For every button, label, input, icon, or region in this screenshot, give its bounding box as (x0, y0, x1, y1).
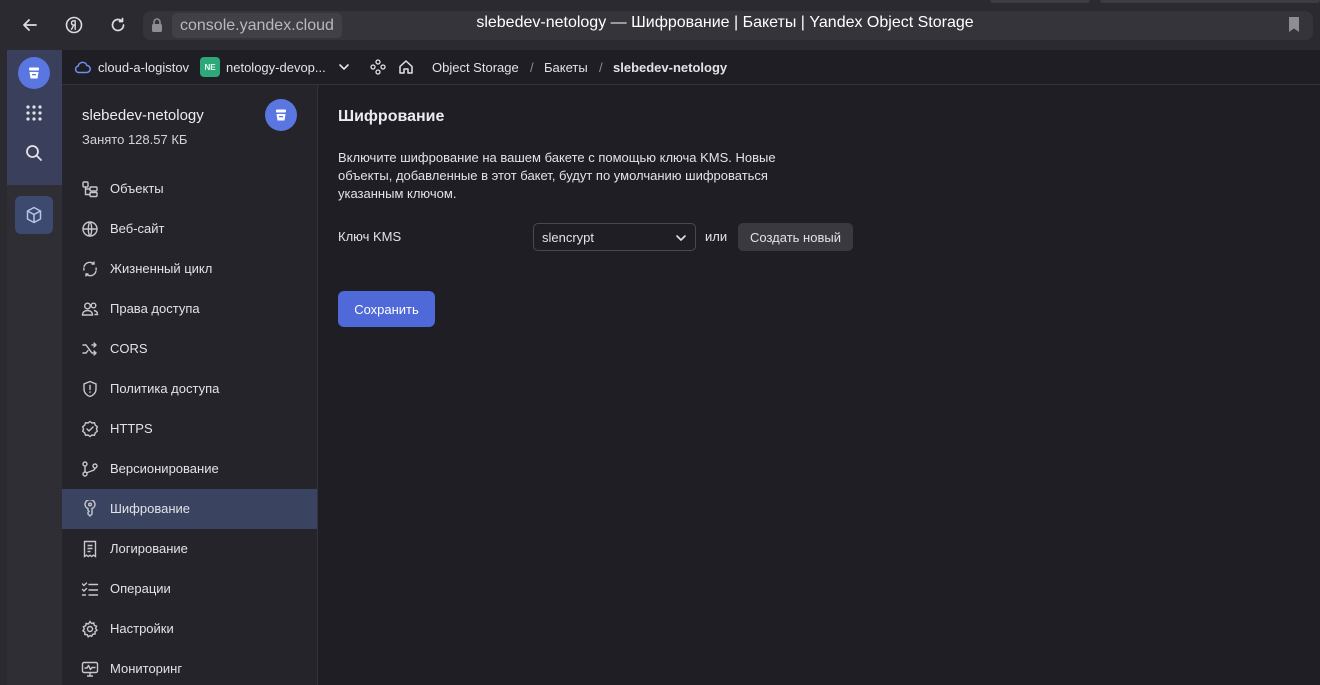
sidebar-item-settings[interactable]: Настройки (62, 609, 317, 649)
shield-icon (83, 380, 97, 398)
nodes-icon[interactable] (370, 50, 386, 84)
shuffle-icon (82, 342, 97, 356)
sidebar-item-label: HTTPS (110, 421, 153, 436)
sidebar-item-logging[interactable]: Логирование (62, 529, 317, 569)
sidebar-item-label: Права доступа (110, 301, 200, 316)
sidebar-item-permissions[interactable]: Права доступа (62, 289, 317, 329)
browser-toolbar: console.yandex.cloud slebedev-netology —… (0, 0, 1320, 50)
bucket-icon (265, 99, 297, 131)
section-title: Шифрование (338, 108, 445, 125)
storage-service-icon[interactable] (15, 196, 53, 234)
breadcrumb-buckets[interactable]: Бакеты (544, 50, 588, 84)
sidebar-item-label: CORS (110, 341, 148, 356)
cloud-icon[interactable] (74, 50, 91, 84)
key-icon (84, 500, 96, 517)
bucket-usage: Занято 128.57 КБ (82, 132, 188, 147)
sidebar-item-label: Веб-сайт (110, 221, 165, 236)
sidebar-item-label: Версионирование (110, 461, 219, 476)
branch-icon (82, 461, 98, 477)
lifecycle-icon (83, 261, 97, 277)
console-header: cloud-a-logistov NE netology-devop... Ob… (62, 50, 1320, 85)
services-grid-icon[interactable] (15, 94, 53, 132)
breadcrumb-current-bucket: slebedev-netology (613, 59, 728, 75)
sidebar-item-https[interactable]: HTTPS (62, 409, 317, 449)
sidebar-item-objects[interactable]: Объекты (62, 169, 317, 209)
receipt-icon (83, 540, 97, 558)
bucket-name: slebedev-netology (82, 107, 204, 124)
sidebar-item-label: Настройки (110, 621, 174, 636)
chevron-down-icon (676, 235, 686, 241)
breadcrumb-separator: / (530, 59, 534, 75)
kms-key-select[interactable]: slencrypt (533, 223, 696, 251)
sidebar-item-label: Шифрование (110, 501, 190, 516)
bucket-sidebar: slebedev-netology Занято 128.57 КБ Объек… (62, 85, 318, 685)
sidebar-item-encryption[interactable]: Шифрование (62, 489, 317, 529)
save-button[interactable]: Сохранить (338, 291, 435, 327)
object-storage-logo[interactable] (15, 54, 53, 92)
sidebar-item-cors[interactable]: CORS (62, 329, 317, 369)
bucket-icon (18, 57, 50, 89)
gear-icon (81, 620, 99, 638)
search-icon[interactable] (15, 134, 53, 172)
cloud-selector[interactable]: cloud-a-logistov (98, 50, 189, 84)
sidebar-item-label: Мониторинг (110, 661, 183, 676)
tab-strip (990, 0, 1090, 3)
monitor-icon (81, 661, 99, 677)
chevron-down-icon[interactable] (338, 50, 350, 84)
folder-selector[interactable]: netology-devop... (226, 50, 326, 84)
sidebar-item-lifecycle[interactable]: Жизненный цикл (62, 249, 317, 289)
tab-strip (1100, 0, 1320, 3)
folder-badge: NE (200, 50, 220, 84)
create-key-button[interactable]: Создать новый (738, 223, 853, 251)
bookmark-icon[interactable] (1287, 16, 1301, 33)
badge-check-icon (81, 420, 99, 438)
list-check-icon (81, 582, 99, 596)
sidebar-item-label: Операции (110, 581, 171, 596)
breadcrumb-object-storage[interactable]: Object Storage (432, 50, 519, 84)
sidebar-item-label: Логирование (110, 541, 188, 556)
page-title: slebedev-netology — Шифрование | Бакеты … (476, 14, 974, 31)
kms-key-label: Ключ KMS (338, 229, 402, 244)
window-edge (0, 50, 7, 685)
breadcrumb-separator: / (599, 59, 603, 75)
kms-key-value: slencrypt (542, 230, 595, 245)
sidebar-item-label: Политика доступа (110, 381, 220, 396)
sidebar-item-access-policy[interactable]: Политика доступа (62, 369, 317, 409)
encryption-description: Включите шифрование на вашем бакете с по… (338, 150, 776, 201)
sidebar-item-website[interactable]: Веб-сайт (62, 209, 317, 249)
sidebar-item-label: Жизненный цикл (110, 261, 213, 276)
sidebar-item-versioning[interactable]: Версионирование (62, 449, 317, 489)
sidebar-item-monitoring[interactable]: Мониторинг (62, 649, 317, 685)
home-icon[interactable] (398, 50, 414, 84)
folder-badge-label: NE (200, 57, 220, 77)
users-icon (81, 302, 99, 316)
or-label: или (705, 229, 728, 244)
sidebar-item-label: Объекты (110, 181, 164, 196)
objects-icon (82, 181, 98, 198)
sidebar-item-operations[interactable]: Операции (62, 569, 317, 609)
globe-icon (82, 221, 98, 237)
